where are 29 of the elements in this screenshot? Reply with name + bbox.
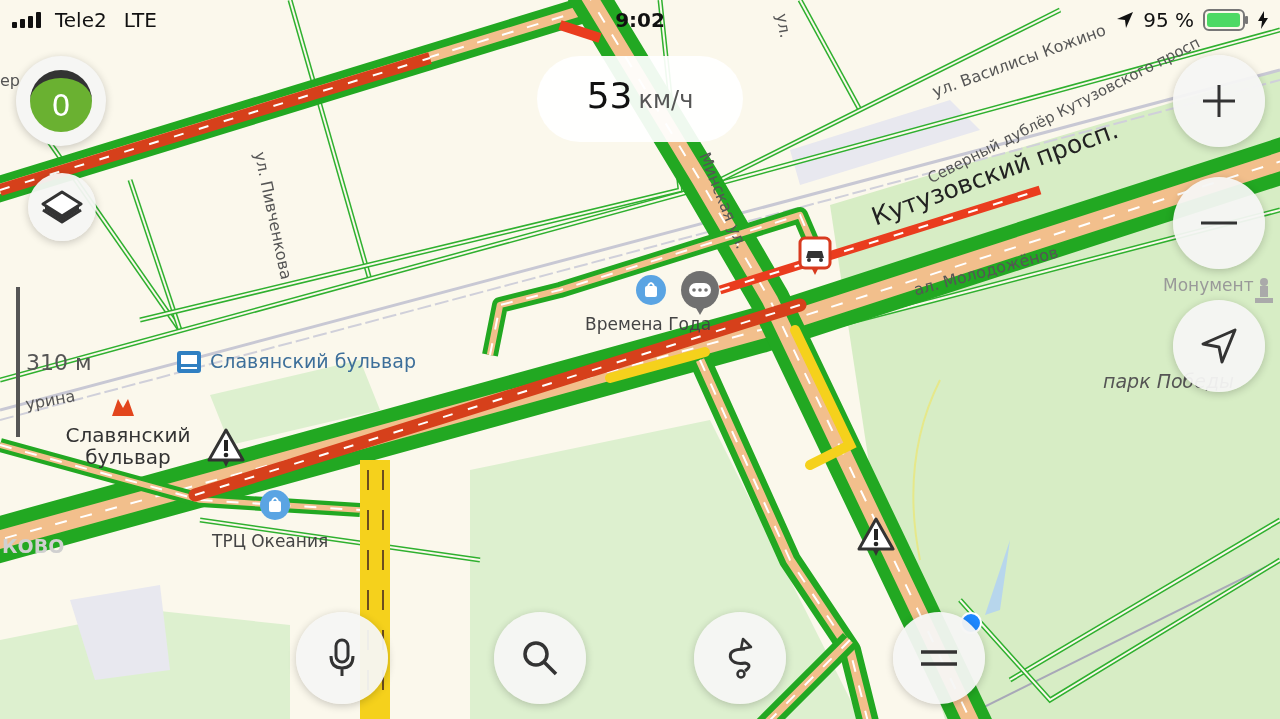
map-label: ул. bbox=[772, 12, 795, 40]
chat-bubble-icon bbox=[680, 270, 720, 316]
warning-sign-icon bbox=[857, 517, 895, 557]
menu-icon bbox=[920, 650, 958, 666]
shopping-bag-icon bbox=[259, 489, 291, 521]
battery-icon bbox=[1203, 9, 1249, 31]
accident-car-icon bbox=[798, 236, 832, 276]
warning-sign-icon bbox=[207, 428, 245, 468]
map-label: Монумент bbox=[1163, 276, 1254, 295]
minus-icon bbox=[1199, 220, 1239, 226]
search-icon bbox=[521, 639, 559, 677]
carrier-name: Tele2 bbox=[55, 8, 107, 32]
speed-unit: км/ч bbox=[638, 88, 694, 112]
map-label: ТРЦ Океания bbox=[212, 532, 329, 551]
map-label: Славянский бульвар bbox=[64, 424, 192, 468]
traffic-jam-line bbox=[558, 20, 602, 43]
train-icon bbox=[176, 350, 202, 374]
map-label: урина bbox=[24, 387, 77, 414]
speed-value: 53 bbox=[586, 78, 633, 114]
charging-bolt-icon bbox=[1258, 11, 1268, 29]
navigation-arrow-icon bbox=[1200, 327, 1238, 365]
layers-icon bbox=[41, 190, 83, 224]
location-arrow-icon bbox=[1116, 11, 1135, 29]
battery-percent: 95 % bbox=[1143, 8, 1194, 32]
map-label: Славянский бульвар bbox=[210, 351, 416, 372]
microphone-icon bbox=[328, 638, 356, 678]
monument-icon bbox=[1253, 277, 1275, 305]
shopping-bag-icon bbox=[635, 274, 667, 306]
network-type: LTE bbox=[123, 8, 157, 32]
